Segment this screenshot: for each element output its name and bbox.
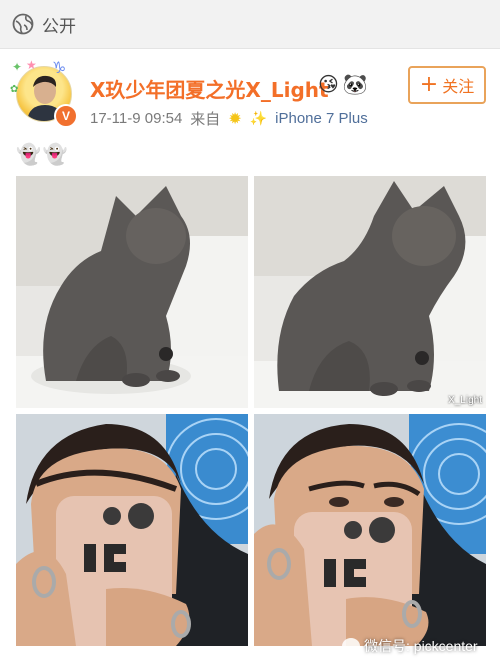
sparkle-icon: ✦ [12,60,23,74]
post-image-4[interactable] [254,414,486,646]
watermark-text: 微信号: pickcenter [364,638,478,654]
post-header: ✦ ★ ♑ ✿ V X玖少年团夏之光X_Light 😘 🐼 17-11-9 09… [0,56,500,136]
author-name[interactable]: X玖少年团夏之光X_Light [90,74,329,103]
author-badges: 😘 🐼 [318,72,368,96]
image-watermark: X_Light [448,395,482,406]
visibility-bar: 公开 [0,0,500,49]
visibility-label: 公开 [42,16,76,37]
post-date: 17-11-9 09:54 [90,110,183,127]
post-image-2[interactable]: X_Light [254,176,486,408]
sparkles-icon: ✨ [249,110,268,126]
capricorn-icon: ♑ [52,58,67,77]
wechat-icon [342,638,360,654]
post-text: 👻👻 [16,142,70,166]
post-image-1[interactable] [16,176,248,408]
selfie-photo [254,414,486,646]
sun-icon: ✹ [228,110,242,128]
post-meta: 17-11-9 09:54 来自 ✹ ✨ iPhone 7 Plus [90,108,368,129]
cat-photo [16,176,248,408]
cat-photo [254,176,486,408]
verified-badge: V [54,104,78,128]
selfie-photo [16,414,248,646]
plus-icon: + [419,72,439,97]
post-image-3[interactable] [16,414,248,646]
globe-icon [12,13,34,35]
source-prefix: 来自 [190,111,221,128]
wechat-watermark: 微信号: pickcenter [342,636,478,656]
follow-button[interactable]: + 关注 [408,66,486,104]
device-name[interactable]: iPhone 7 Plus [275,110,368,127]
star-icon: ★ [26,58,37,72]
panda-icon: 🐼 [342,72,368,96]
follow-label: 关注 [442,77,475,96]
author-avatar[interactable]: ✦ ★ ♑ ✿ V [10,58,78,128]
leaf-icon: ✿ [10,84,19,95]
crown-face-icon: 😘 [318,72,339,96]
